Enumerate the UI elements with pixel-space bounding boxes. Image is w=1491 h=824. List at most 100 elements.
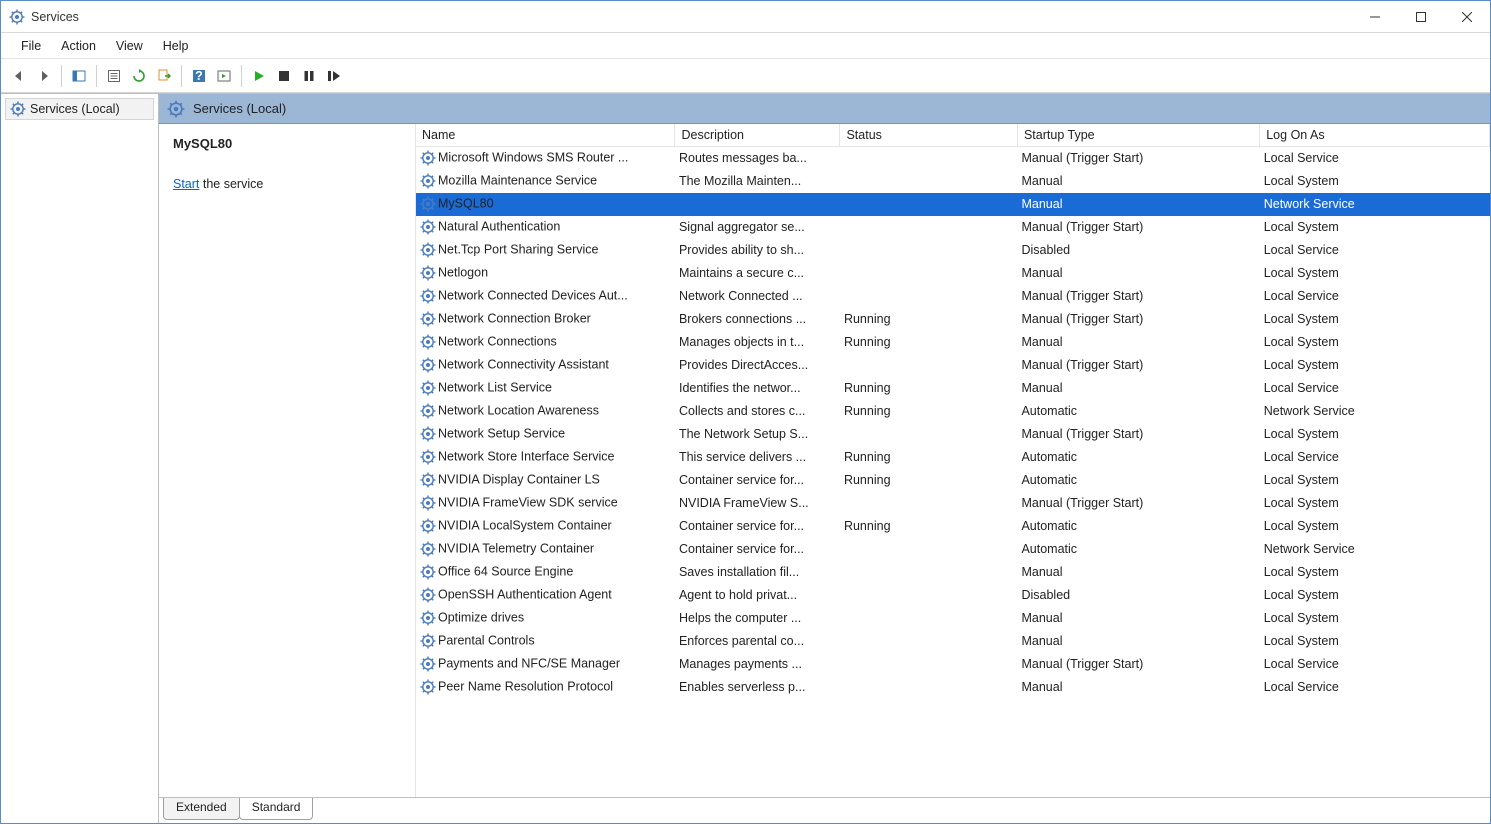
cell-startup-type: Automatic — [1017, 538, 1259, 561]
gear-icon — [10, 101, 26, 117]
tree-pane: Services (Local) — [1, 94, 159, 823]
refresh-button[interactable] — [127, 64, 151, 88]
cell-name: Optimize drives — [416, 607, 675, 630]
show-hide-action-button[interactable] — [212, 64, 236, 88]
gear-icon — [420, 173, 436, 189]
service-row[interactable]: NVIDIA Display Container LSContainer ser… — [416, 469, 1490, 492]
help-button[interactable]: ? — [187, 64, 211, 88]
maximize-button[interactable] — [1398, 1, 1444, 33]
cell-log-on-as: Local Service — [1260, 377, 1490, 400]
show-hide-tree-button[interactable] — [67, 64, 91, 88]
cell-status — [840, 239, 1018, 262]
service-row[interactable]: Office 64 Source EngineSaves installatio… — [416, 561, 1490, 584]
cell-description: Manages payments ... — [675, 653, 840, 676]
cell-name: Network Connection Broker — [416, 308, 675, 331]
cell-status: Running — [840, 308, 1018, 331]
cell-log-on-as: Network Service — [1260, 538, 1490, 561]
service-row[interactable]: Natural AuthenticationSignal aggregator … — [416, 216, 1490, 239]
service-row[interactable]: Payments and NFC/SE ManagerManages payme… — [416, 653, 1490, 676]
col-header-description[interactable]: Description — [675, 124, 840, 147]
start-service-link[interactable]: Start — [173, 177, 199, 191]
cell-startup-type: Automatic — [1017, 446, 1259, 469]
cell-description: The Mozilla Mainten... — [675, 170, 840, 193]
cell-startup-type: Manual (Trigger Start) — [1017, 423, 1259, 446]
service-row[interactable]: Peer Name Resolution ProtocolEnables ser… — [416, 676, 1490, 699]
forward-button[interactable] — [32, 64, 56, 88]
col-header-startup-type[interactable]: Startup Type — [1017, 124, 1259, 147]
service-row[interactable]: Optimize drivesHelps the computer ...Man… — [416, 607, 1490, 630]
service-row[interactable]: Mozilla Maintenance ServiceThe Mozilla M… — [416, 170, 1490, 193]
cell-startup-type: Manual — [1017, 262, 1259, 285]
cell-description: Routes messages ba... — [675, 147, 840, 170]
col-header-log-on-as[interactable]: Log On As — [1260, 124, 1490, 147]
gear-icon — [420, 242, 436, 258]
tree-root-services-local[interactable]: Services (Local) — [5, 98, 154, 120]
start-service-button[interactable] — [247, 64, 271, 88]
service-row[interactable]: Net.Tcp Port Sharing ServiceProvides abi… — [416, 239, 1490, 262]
service-row[interactable]: Parental ControlsEnforces parental co...… — [416, 630, 1490, 653]
pause-service-button[interactable] — [297, 64, 321, 88]
service-row[interactable]: NVIDIA Telemetry ContainerContainer serv… — [416, 538, 1490, 561]
restart-service-button[interactable] — [322, 64, 346, 88]
cell-log-on-as: Local Service — [1260, 239, 1490, 262]
service-row[interactable]: Microsoft Windows SMS Router ...Routes m… — [416, 147, 1490, 170]
cell-description: Collects and stores c... — [675, 400, 840, 423]
tab-standard[interactable]: Standard — [239, 798, 314, 820]
minimize-button[interactable] — [1352, 1, 1398, 33]
service-row[interactable]: NVIDIA LocalSystem ContainerContainer se… — [416, 515, 1490, 538]
service-row[interactable]: OpenSSH Authentication AgentAgent to hol… — [416, 584, 1490, 607]
export-button[interactable] — [152, 64, 176, 88]
cell-log-on-as: Local System — [1260, 630, 1490, 653]
close-button[interactable] — [1444, 1, 1490, 33]
menu-file[interactable]: File — [12, 35, 50, 57]
properties-button[interactable] — [102, 64, 126, 88]
cell-startup-type: Manual — [1017, 377, 1259, 400]
cell-status: Running — [840, 515, 1018, 538]
service-row[interactable]: NetlogonMaintains a secure c...ManualLoc… — [416, 262, 1490, 285]
main-header-title: Services (Local) — [193, 101, 286, 116]
cell-description: Saves installation fil... — [675, 561, 840, 584]
service-row[interactable]: Network Connection BrokerBrokers connect… — [416, 308, 1490, 331]
menu-view[interactable]: View — [107, 35, 152, 57]
gear-icon — [420, 403, 436, 419]
cell-startup-type: Manual (Trigger Start) — [1017, 285, 1259, 308]
menu-help[interactable]: Help — [154, 35, 198, 57]
service-row[interactable]: Network Store Interface ServiceThis serv… — [416, 446, 1490, 469]
back-button[interactable] — [7, 64, 31, 88]
service-row[interactable]: Network ConnectionsManages objects in t.… — [416, 331, 1490, 354]
gear-icon — [420, 679, 436, 695]
gear-icon — [420, 610, 436, 626]
service-row[interactable]: Network Setup ServiceThe Network Setup S… — [416, 423, 1490, 446]
cell-description: Network Connected ... — [675, 285, 840, 308]
menu-action[interactable]: Action — [52, 35, 105, 57]
cell-log-on-as: Local System — [1260, 492, 1490, 515]
cell-log-on-as: Network Service — [1260, 193, 1490, 216]
col-header-name[interactable]: Name — [416, 124, 675, 147]
cell-startup-type: Manual (Trigger Start) — [1017, 354, 1259, 377]
stop-service-button[interactable] — [272, 64, 296, 88]
cell-log-on-as: Local System — [1260, 423, 1490, 446]
cell-name: Mozilla Maintenance Service — [416, 170, 675, 193]
tab-extended[interactable]: Extended — [163, 798, 240, 820]
cell-status — [840, 653, 1018, 676]
service-row[interactable]: MySQL80 ManualNetwork Service — [416, 193, 1490, 216]
gear-icon — [420, 288, 436, 304]
cell-status: Running — [840, 446, 1018, 469]
service-row[interactable]: Network Location AwarenessCollects and s… — [416, 400, 1490, 423]
col-header-status[interactable]: Status — [840, 124, 1018, 147]
cell-description: Brokers connections ... — [675, 308, 840, 331]
service-row[interactable]: Network Connected Devices Aut...Network … — [416, 285, 1490, 308]
gear-icon — [420, 633, 436, 649]
selected-service-name: MySQL80 — [173, 136, 401, 151]
service-row[interactable]: NVIDIA FrameView SDK serviceNVIDIA Frame… — [416, 492, 1490, 515]
cell-name: MySQL80 — [416, 193, 675, 216]
cell-startup-type: Manual — [1017, 193, 1259, 216]
cell-name: NVIDIA LocalSystem Container — [416, 515, 675, 538]
services-list[interactable]: Name Description Status Startup Type Log… — [415, 124, 1490, 797]
cell-status: Running — [840, 469, 1018, 492]
service-row[interactable]: Network List ServiceIdentifies the netwo… — [416, 377, 1490, 400]
cell-description: NVIDIA FrameView S... — [675, 492, 840, 515]
start-service-suffix: the service — [199, 177, 263, 191]
service-row[interactable]: Network Connectivity AssistantProvides D… — [416, 354, 1490, 377]
cell-status — [840, 354, 1018, 377]
